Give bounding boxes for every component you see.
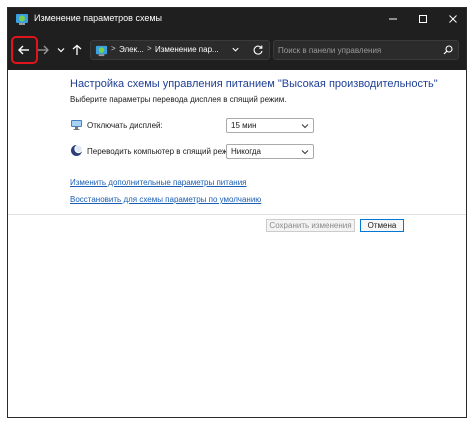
- up-arrow-icon: [72, 44, 82, 55]
- search-box[interactable]: [273, 40, 459, 60]
- control-panel-window: Изменение параметров схемы > Элек... > И…: [7, 7, 467, 418]
- sleep-label: Переводить компьютер в спящий режим:: [87, 147, 240, 156]
- chevron-down-icon: [301, 124, 309, 129]
- control-panel-icon: [16, 14, 28, 25]
- sleep-select[interactable]: Никогда: [226, 144, 314, 159]
- minimize-icon: [389, 18, 397, 20]
- save-button[interactable]: Сохранить изменения: [266, 219, 355, 232]
- recent-dropdown-icon: [57, 48, 65, 53]
- page-title: Настройка схемы управления питанием "Выс…: [70, 78, 438, 90]
- sleep-moon-icon: [71, 144, 83, 156]
- forward-arrow-icon: [38, 45, 49, 55]
- close-button[interactable]: [438, 8, 466, 30]
- sleep-value: Никогда: [231, 147, 261, 156]
- up-button[interactable]: [66, 38, 88, 62]
- breadcrumb-item-power[interactable]: Элек...: [119, 45, 144, 54]
- display-off-label: Отключать дисплей:: [87, 121, 163, 130]
- search-input[interactable]: [278, 43, 438, 57]
- page-subtitle: Выберите параметры перевода дисплея в сп…: [70, 95, 287, 104]
- refresh-icon[interactable]: [252, 44, 264, 56]
- maximize-button[interactable]: [408, 8, 438, 30]
- navigation-bar: > Элек... > Изменение пар...: [8, 30, 466, 70]
- display-off-select[interactable]: 15 мин: [226, 118, 314, 133]
- chevron-down-icon: [301, 150, 309, 155]
- cancel-button[interactable]: Отмена: [360, 219, 404, 232]
- divider: [8, 214, 466, 215]
- title-bar: Изменение параметров схемы: [8, 8, 466, 30]
- breadcrumb-item-current[interactable]: Изменение пар...: [155, 45, 219, 54]
- breadcrumb-separator: >: [147, 44, 152, 53]
- maximize-icon: [419, 15, 427, 23]
- restore-defaults-link[interactable]: Восстановить для схемы параметры по умол…: [70, 195, 261, 204]
- control-panel-icon: [95, 45, 108, 57]
- display-off-value: 15 мин: [231, 121, 257, 130]
- advanced-settings-link[interactable]: Изменить дополнительные параметры питани…: [70, 178, 247, 187]
- display-power-icon: [71, 120, 82, 130]
- close-icon: [449, 15, 457, 23]
- address-dropdown-icon[interactable]: [231, 45, 240, 54]
- breadcrumb-separator: >: [111, 44, 116, 53]
- back-arrow-icon: [18, 45, 29, 55]
- window-title: Изменение параметров схемы: [34, 13, 163, 23]
- main-content: Настройка схемы управления питанием "Выс…: [8, 70, 466, 417]
- minimize-button[interactable]: [378, 8, 408, 30]
- address-bar[interactable]: > Элек... > Изменение пар...: [90, 40, 270, 60]
- search-icon[interactable]: [443, 45, 453, 55]
